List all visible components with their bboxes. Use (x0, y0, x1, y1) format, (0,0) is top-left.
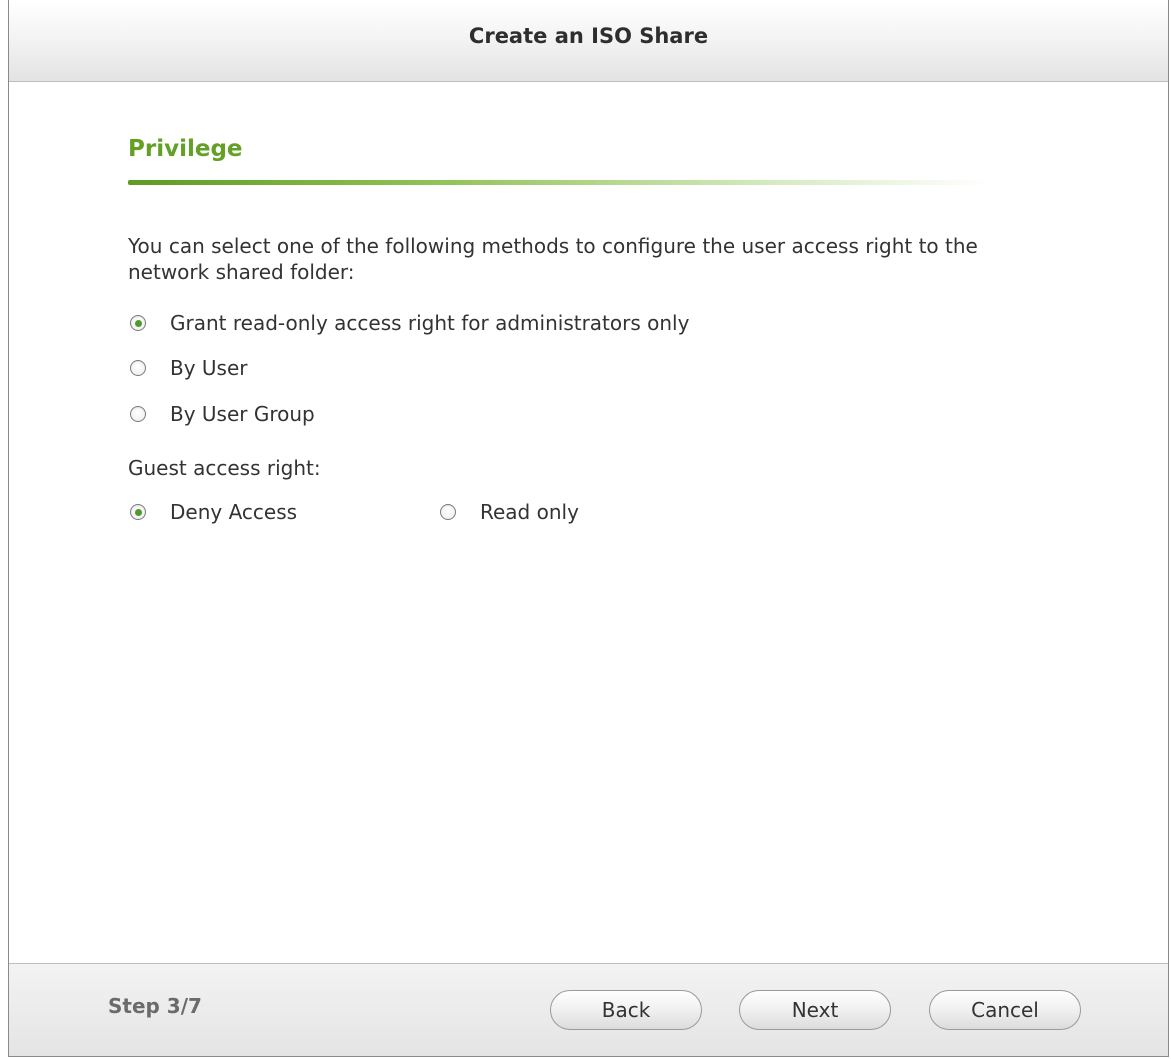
back-button[interactable]: Back (550, 990, 702, 1030)
create-iso-share-dialog: Create an ISO Share Privilege You can se… (8, 0, 1169, 1057)
radio-deny-access-label[interactable]: Deny Access (170, 500, 297, 524)
radio-admin-readonly-label[interactable]: Grant read-only access right for adminis… (170, 311, 689, 335)
radio-by-user-indicator[interactable] (130, 360, 146, 376)
next-button[interactable]: Next (739, 990, 891, 1030)
radio-by-user-group-label[interactable]: By User Group (170, 402, 315, 426)
section-divider (128, 180, 988, 185)
step-indicator: Step 3/7 (108, 994, 202, 1018)
radio-by-user-group[interactable]: By User Group (130, 402, 315, 426)
radio-admin-readonly[interactable]: Grant read-only access right for adminis… (130, 311, 689, 335)
privilege-description: You can select one of the following meth… (128, 234, 978, 284)
cancel-button[interactable]: Cancel (929, 990, 1081, 1030)
radio-read-only[interactable]: Read only (440, 500, 579, 524)
guest-access-label: Guest access right: (128, 456, 321, 480)
radio-read-only-indicator[interactable] (440, 504, 456, 520)
radio-read-only-label[interactable]: Read only (480, 500, 579, 524)
section-title: Privilege (128, 136, 243, 162)
radio-deny-access[interactable]: Deny Access (130, 500, 297, 524)
radio-by-user[interactable]: By User (130, 356, 248, 380)
dialog-title: Create an ISO Share (468, 24, 709, 48)
radio-by-user-group-indicator[interactable] (130, 406, 146, 422)
radio-deny-access-indicator[interactable] (130, 504, 146, 520)
radio-admin-readonly-indicator[interactable] (130, 315, 146, 331)
dialog-title-bar[interactable]: Create an ISO Share (9, 0, 1168, 82)
radio-by-user-label[interactable]: By User (170, 356, 248, 380)
dialog-footer: Step 3/7 Back Next Cancel (9, 963, 1168, 1056)
